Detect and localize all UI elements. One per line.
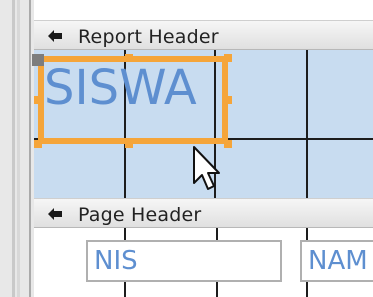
resize-handle-top-right[interactable] bbox=[224, 54, 232, 62]
resize-handle-bottom-left[interactable] bbox=[34, 140, 42, 148]
move-handle[interactable] bbox=[32, 54, 44, 66]
field-label-nama[interactable]: NAM bbox=[300, 240, 373, 282]
report-header-bar[interactable]: Report Header bbox=[34, 20, 373, 50]
resize-handle-right[interactable] bbox=[224, 96, 232, 104]
field-label-nis[interactable]: NIS bbox=[86, 240, 282, 282]
vertical-ruler bbox=[0, 0, 34, 297]
title-label[interactable]: SISWA bbox=[44, 60, 197, 116]
resize-handle-top[interactable] bbox=[125, 54, 133, 62]
field-label-text: NIS bbox=[94, 246, 138, 276]
mouse-pointer-icon bbox=[193, 146, 220, 190]
page-header-section[interactable]: NIS NAM bbox=[34, 228, 373, 297]
section-collapse-arrow-icon[interactable] bbox=[46, 29, 64, 43]
resize-handle-bottom[interactable] bbox=[125, 140, 133, 148]
field-label-text: NAM bbox=[308, 246, 368, 276]
grid-line bbox=[306, 50, 308, 198]
report-header-label: Report Header bbox=[78, 26, 219, 48]
section-collapse-arrow-icon[interactable] bbox=[46, 207, 64, 221]
resize-handle-left[interactable] bbox=[34, 96, 42, 104]
page-header-bar[interactable]: Page Header bbox=[34, 198, 373, 228]
page-header-label: Page Header bbox=[78, 204, 202, 226]
